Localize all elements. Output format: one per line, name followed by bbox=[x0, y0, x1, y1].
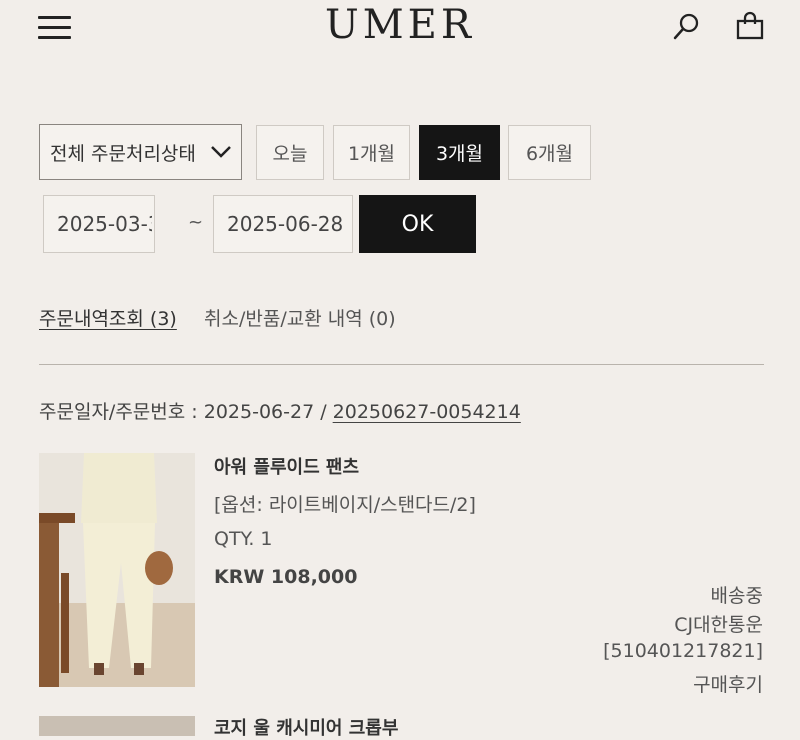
order-date: 2025-06-27 bbox=[203, 401, 315, 423]
ok-button[interactable]: OK bbox=[359, 195, 476, 253]
period-1month-button[interactable]: 1개월 bbox=[333, 125, 410, 180]
product-thumbnail[interactable] bbox=[39, 453, 195, 687]
write-review-link[interactable]: 구매후기 bbox=[693, 670, 763, 697]
order-separator: / bbox=[314, 401, 333, 423]
end-date-input[interactable] bbox=[213, 195, 353, 253]
product-thumbnail-2[interactable] bbox=[39, 716, 195, 736]
tab-order-history[interactable]: 주문내역조회 (3) bbox=[39, 304, 177, 331]
divider bbox=[39, 364, 764, 365]
chevron-down-icon bbox=[209, 142, 233, 167]
courier-name: CJ대한통운 bbox=[674, 614, 763, 636]
product-option: [옵션: 라이트베이지/스탠다드/2] bbox=[214, 494, 476, 516]
product-name[interactable]: 아워 플루이드 팬츠 bbox=[214, 453, 359, 479]
order-info: 주문일자/주문번호 : 2025-06-27 / 20250627-005421… bbox=[39, 397, 521, 424]
product-name-2[interactable]: 코지 울 캐시미어 크롭부 bbox=[214, 714, 398, 740]
order-status-label: 전체 주문처리상태 bbox=[50, 142, 196, 165]
delivery-status: 배송중 bbox=[710, 585, 763, 607]
search-icon[interactable] bbox=[672, 12, 702, 42]
order-status-select[interactable]: 전체 주문처리상태 bbox=[39, 124, 242, 180]
start-date-input[interactable] bbox=[43, 195, 155, 253]
date-range-separator: ~ bbox=[188, 212, 204, 233]
header: UMER bbox=[0, 0, 800, 60]
tab-cancel-return-exchange[interactable]: 취소/반품/교환 내역 (0) bbox=[204, 304, 396, 331]
product-price: KRW 108,000 bbox=[214, 566, 358, 588]
order-label: 주문일자/주문번호 : bbox=[39, 401, 204, 423]
tracking-number[interactable]: [510401217821] bbox=[603, 640, 763, 662]
order-number-link[interactable]: 20250627-0054214 bbox=[333, 401, 521, 423]
period-6month-button[interactable]: 6개월 bbox=[508, 125, 591, 180]
cart-icon[interactable] bbox=[735, 11, 765, 41]
period-today-button[interactable]: 오늘 bbox=[256, 125, 324, 180]
period-3month-button[interactable]: 3개월 bbox=[419, 125, 500, 180]
product-quantity: QTY. 1 bbox=[214, 528, 273, 550]
